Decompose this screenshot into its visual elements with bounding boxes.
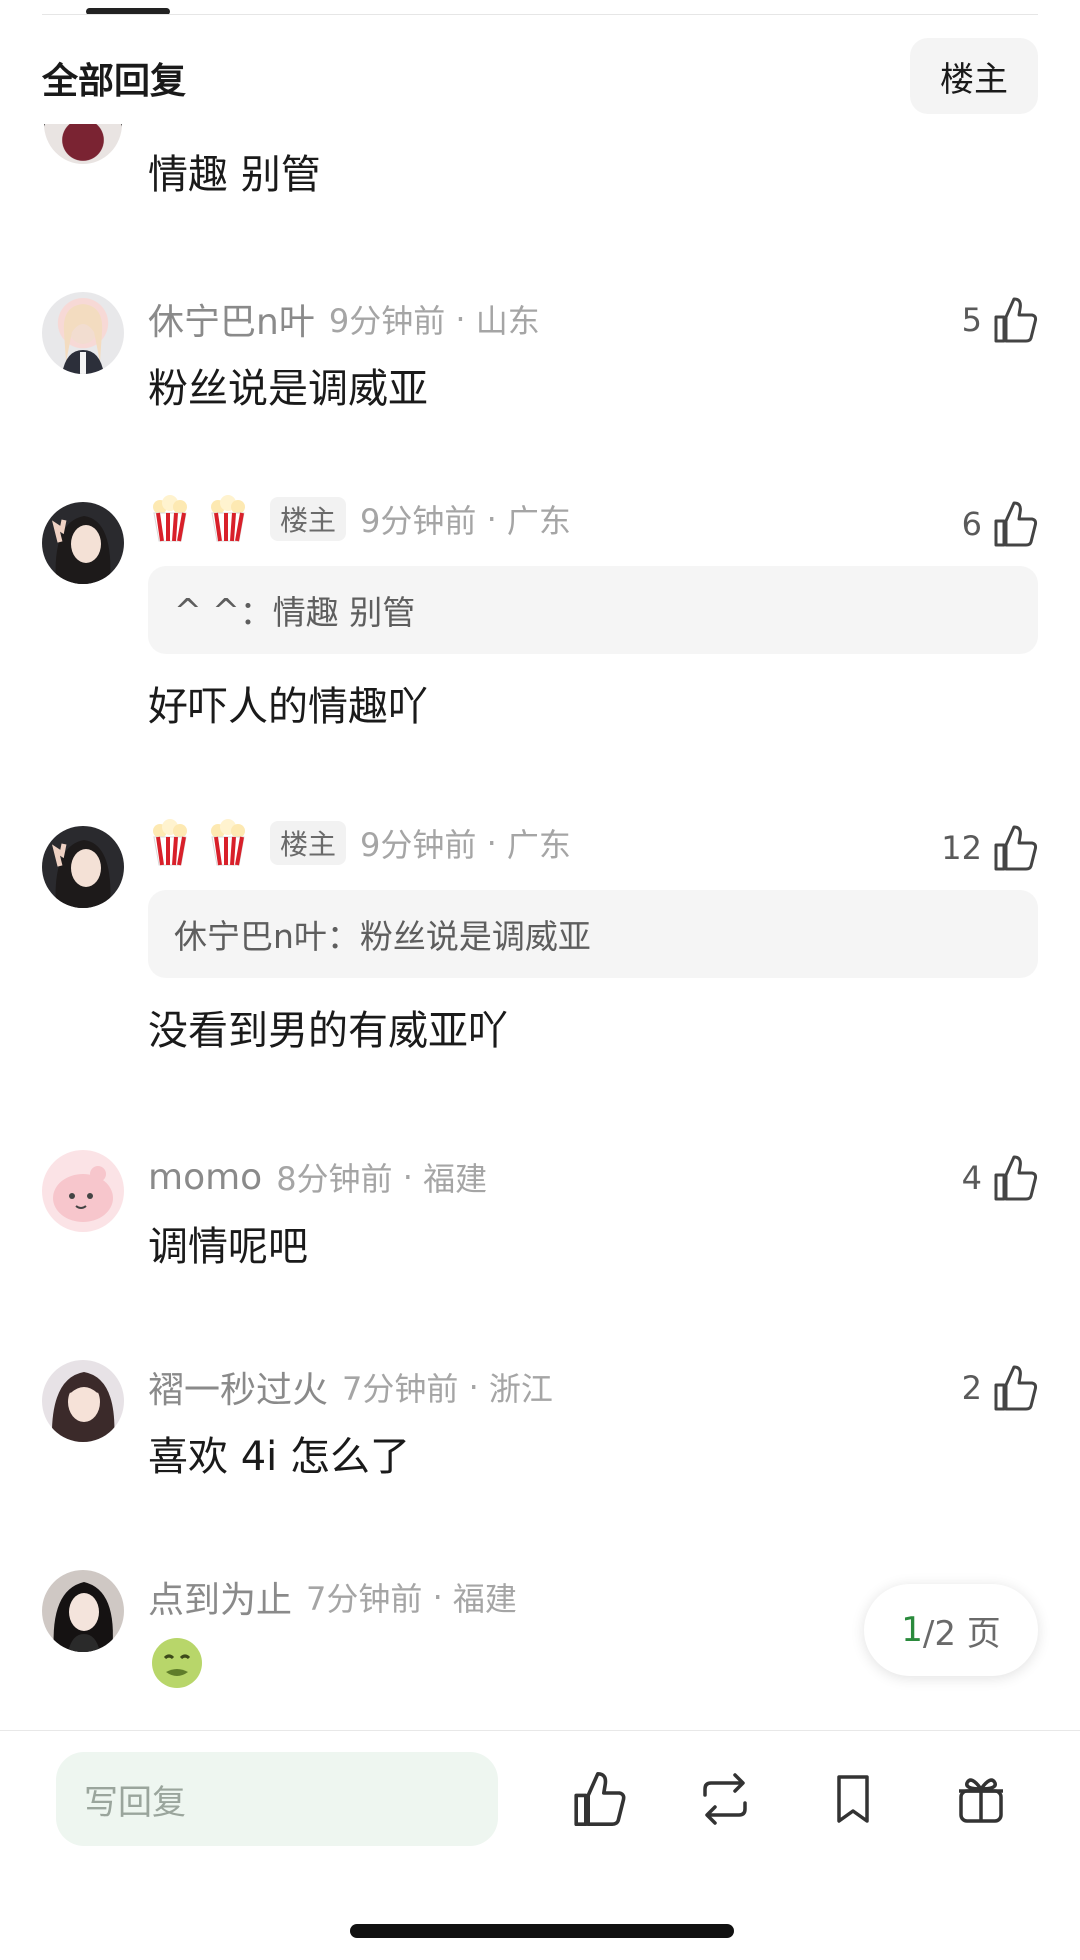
comment-text: 粉丝说是调威亚 (148, 366, 428, 412)
time: 9分钟前 (360, 826, 477, 864)
quote-text: 粉丝说是调威亚 (359, 917, 591, 956)
time: 8分钟前 (276, 1160, 393, 1198)
username[interactable]: 褶一秒过火 (148, 1361, 328, 1413)
reply-input[interactable]: 写回复 (56, 1752, 498, 1846)
avatar[interactable] (42, 1150, 124, 1232)
time: 7分钟前 (342, 1370, 459, 1408)
avatar[interactable] (42, 1360, 124, 1442)
bookmark-button[interactable] (820, 1766, 886, 1832)
avatar[interactable] (42, 292, 124, 374)
location: 福建 (423, 1160, 488, 1198)
location: 山东 (475, 302, 540, 340)
avatar[interactable] (42, 826, 124, 908)
comment-text: 喜欢 4i 怎么了 (148, 1434, 410, 1480)
repost-icon (703, 1773, 747, 1825)
home-indicator (350, 1924, 734, 1938)
op-badge: 楼主 (270, 821, 347, 865)
bottom-bar-divider (0, 1730, 1080, 1731)
like-button[interactable]: 12 (941, 820, 1038, 876)
time: 9分钟前 (360, 502, 477, 540)
op-badge: 楼主 (270, 497, 347, 541)
like-post-button[interactable] (566, 1766, 632, 1832)
thumbs-up-icon (994, 1155, 1038, 1201)
repost-button[interactable] (692, 1766, 758, 1832)
like-count: 12 (941, 829, 982, 867)
comment-text: 情趣 别管 (148, 152, 321, 198)
comment-text: 调情呢吧 (148, 1224, 308, 1270)
gift-icon (959, 1778, 1003, 1823)
popcorn-icon (206, 495, 250, 543)
like-button[interactable]: 5 (962, 292, 1038, 348)
replies-header: 全部回复 楼主 (0, 30, 1080, 122)
like-button[interactable]: 6 (962, 496, 1038, 552)
location: 福建 (452, 1580, 517, 1618)
quote-user: 休宁巴n叶 (174, 917, 327, 956)
page-total: /2 页 (922, 1613, 1001, 1654)
time: 7分钟前 (306, 1580, 423, 1618)
like-count: 2 (961, 1369, 982, 1407)
avatar[interactable] (42, 502, 124, 584)
like-button[interactable]: 2 (962, 1360, 1038, 1416)
like-button[interactable]: 4 (962, 1150, 1038, 1206)
like-count: 6 (961, 505, 982, 543)
thumbs-up-icon (994, 825, 1038, 871)
quoted-reply[interactable]: ^ ^：情趣 别管 (148, 566, 1038, 654)
username[interactable]: momo (148, 1157, 262, 1198)
comment-text: 没看到男的有威亚吖 (148, 1008, 508, 1054)
current-page: 1 (901, 1610, 923, 1650)
username[interactable]: 点到为止 (148, 1571, 292, 1623)
time: 9分钟前 (328, 302, 446, 340)
username[interactable]: 休宁巴n叶 (148, 293, 315, 345)
like-count: 5 (961, 301, 982, 339)
thumbs-up-icon (994, 1365, 1038, 1411)
quote-text: 情趣 别管 (272, 593, 416, 632)
thumbs-up-icon (994, 297, 1038, 343)
location: 浙江 (488, 1370, 553, 1408)
avatar[interactable] (42, 1570, 124, 1652)
quoted-reply[interactable]: 休宁巴n叶：粉丝说是调威亚 (148, 890, 1038, 978)
thumbs-up-icon (994, 501, 1038, 547)
bookmark-icon (837, 1775, 869, 1823)
popcorn-icon (148, 495, 192, 543)
top-divider (42, 14, 1038, 15)
like-count: 4 (961, 1159, 982, 1197)
page-title: 全部回复 (42, 61, 187, 102)
comment-text: 好吓人的情趣吖 (148, 684, 428, 730)
avatar[interactable] (44, 124, 122, 164)
gift-button[interactable] (948, 1766, 1014, 1832)
location: 广东 (506, 826, 571, 864)
page-indicator[interactable]: 1/2 页 (864, 1584, 1038, 1676)
sick-face-emoji-icon (150, 1636, 204, 1690)
thumbs-up-icon (574, 1772, 626, 1826)
quote-user: ^ ^ (174, 590, 240, 630)
location: 广东 (506, 502, 571, 540)
popcorn-icon (206, 819, 250, 867)
popcorn-icon (148, 819, 192, 867)
op-only-filter-button[interactable]: 楼主 (910, 38, 1038, 114)
